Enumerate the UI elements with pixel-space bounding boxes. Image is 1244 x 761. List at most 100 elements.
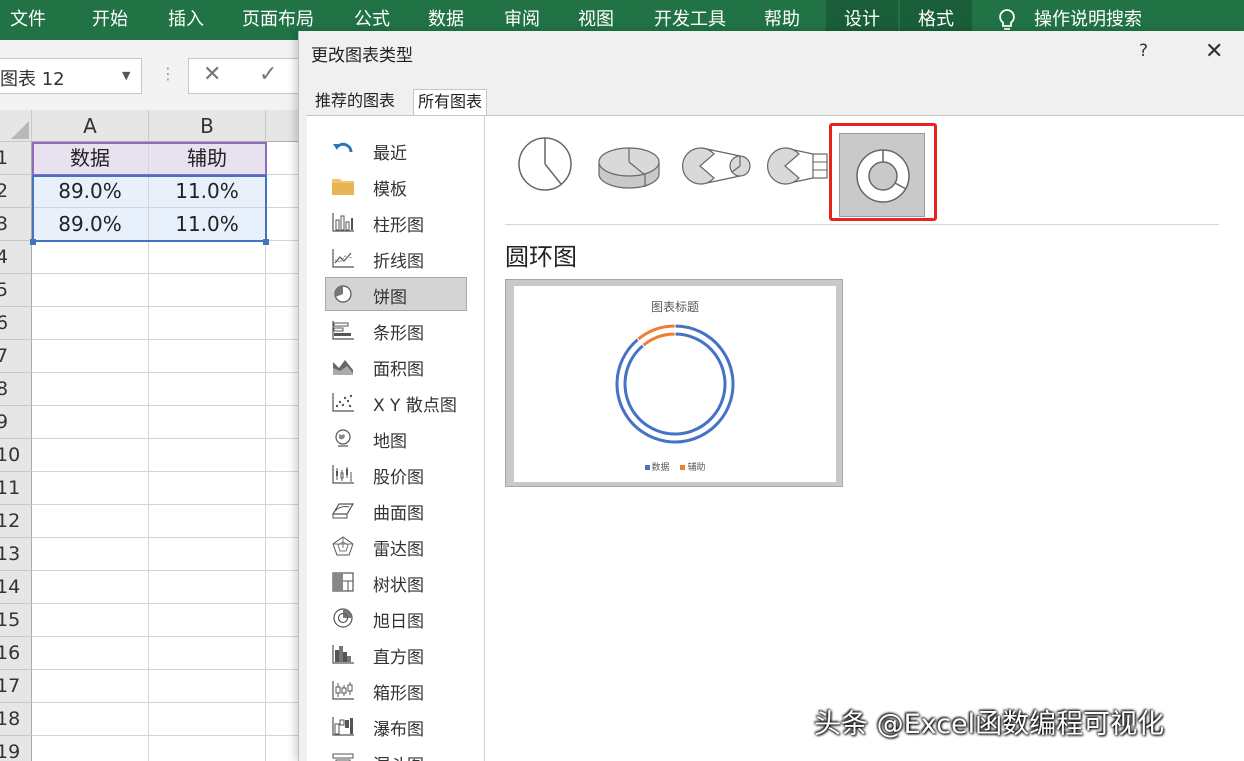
chart-type-surface[interactable]: 曲面图 <box>325 493 467 527</box>
range-handle[interactable] <box>263 239 269 245</box>
row-header[interactable]: 17 <box>0 670 32 703</box>
cell[interactable] <box>266 307 300 340</box>
cell[interactable] <box>32 439 149 472</box>
cell[interactable] <box>32 637 149 670</box>
tab-file[interactable]: 文件 <box>10 0 46 40</box>
chart-type-pie[interactable]: 饼图 <box>325 277 467 311</box>
name-box[interactable]: 图表 12 ▼ <box>0 58 142 94</box>
row-header[interactable]: 2 <box>0 175 32 208</box>
row-header[interactable]: 12 <box>0 505 32 538</box>
doughnut-slice-2-1[interactable] <box>622 331 728 437</box>
drag-handle-icon[interactable]: ⋮ <box>160 64 176 83</box>
cell[interactable] <box>149 340 266 373</box>
cell[interactable] <box>32 307 149 340</box>
row-header[interactable]: 19 <box>0 736 32 761</box>
cell[interactable] <box>266 604 300 637</box>
row-header[interactable]: 4 <box>0 241 32 274</box>
cell[interactable] <box>266 538 300 571</box>
subtype-3d-pie[interactable] <box>597 126 687 204</box>
cell[interactable] <box>149 538 266 571</box>
chart-type-radar[interactable]: 雷达图 <box>325 529 467 563</box>
cell[interactable] <box>266 208 300 241</box>
chart-type-templates[interactable]: 模板 <box>325 169 467 203</box>
cell[interactable] <box>266 703 300 736</box>
row-header[interactable]: 11 <box>0 472 32 505</box>
cell[interactable] <box>32 241 149 274</box>
cell[interactable] <box>266 670 300 703</box>
cell[interactable] <box>266 241 300 274</box>
cell[interactable] <box>266 472 300 505</box>
cell[interactable] <box>149 274 266 307</box>
cell[interactable] <box>32 736 149 761</box>
close-button[interactable]: ✕ <box>1205 39 1223 64</box>
cell[interactable] <box>149 571 266 604</box>
row-header[interactable]: 1 <box>0 142 32 175</box>
cell[interactable] <box>266 571 300 604</box>
cell[interactable] <box>32 340 149 373</box>
chart-preview[interactable]: 图表标题 数据 辅助 <box>505 279 843 487</box>
cell[interactable] <box>149 472 266 505</box>
row-header[interactable]: 16 <box>0 637 32 670</box>
cell[interactable] <box>32 274 149 307</box>
chart-type-line[interactable]: 折线图 <box>325 241 467 275</box>
chart-type-scatter[interactable]: X Y 散点图 <box>325 385 467 419</box>
tab-recommended-charts[interactable]: 推荐的图表 <box>311 89 399 115</box>
cell[interactable] <box>266 406 300 439</box>
range-handle[interactable] <box>30 239 36 245</box>
cell[interactable] <box>149 241 266 274</box>
chart-type-waterfall[interactable]: 瀑布图 <box>325 709 467 743</box>
chart-type-treemap[interactable]: 树状图 <box>325 565 467 599</box>
row-header[interactable]: 14 <box>0 571 32 604</box>
column-header-a[interactable]: A <box>32 110 149 142</box>
row-header[interactable]: 9 <box>0 406 32 439</box>
cell[interactable] <box>149 439 266 472</box>
column-header-b[interactable]: B <box>149 110 266 142</box>
chart-type-funnel[interactable]: 漏斗图 <box>325 745 467 761</box>
cell[interactable] <box>266 637 300 670</box>
cell[interactable] <box>266 340 300 373</box>
row-header[interactable]: 18 <box>0 703 32 736</box>
cell[interactable] <box>32 406 149 439</box>
help-button[interactable]: ? <box>1139 41 1148 61</box>
cell[interactable] <box>266 274 300 307</box>
select-all-button[interactable] <box>0 110 32 142</box>
row-header[interactable]: 8 <box>0 373 32 406</box>
cell[interactable] <box>266 373 300 406</box>
cell[interactable] <box>32 604 149 637</box>
chart-type-stock[interactable]: 股价图 <box>325 457 467 491</box>
cell[interactable] <box>149 307 266 340</box>
subtype-pie[interactable] <box>515 126 605 204</box>
cell[interactable] <box>149 406 266 439</box>
row-header[interactable]: 7 <box>0 340 32 373</box>
cell[interactable] <box>149 736 266 761</box>
cancel-icon[interactable]: ✕ <box>203 62 221 87</box>
chart-type-column[interactable]: 柱形图 <box>325 205 467 239</box>
chart-type-histogram[interactable]: 直方图 <box>325 637 467 671</box>
cell[interactable] <box>149 373 266 406</box>
chart-type-box[interactable]: 箱形图 <box>325 673 467 707</box>
row-header[interactable]: 6 <box>0 307 32 340</box>
row-header[interactable]: 15 <box>0 604 32 637</box>
chart-type-bar[interactable]: 条形图 <box>325 313 467 347</box>
row-header[interactable]: 5 <box>0 274 32 307</box>
subtype-pie-of-pie[interactable] <box>680 126 770 204</box>
tab-insert[interactable]: 插入 <box>168 0 204 40</box>
cell[interactable] <box>266 736 300 761</box>
row-header[interactable]: 13 <box>0 538 32 571</box>
cell[interactable] <box>266 505 300 538</box>
cell[interactable] <box>149 505 266 538</box>
cell[interactable] <box>266 142 300 175</box>
column-header-c[interactable] <box>266 110 300 142</box>
chevron-down-icon[interactable]: ▼ <box>122 69 130 82</box>
tab-all-charts[interactable]: 所有图表 <box>413 89 488 116</box>
cell[interactable] <box>32 472 149 505</box>
row-header[interactable]: 10 <box>0 439 32 472</box>
chart-type-map[interactable]: 地图 <box>325 421 467 455</box>
row-header[interactable]: 3 <box>0 208 32 241</box>
cell[interactable] <box>32 505 149 538</box>
cell[interactable] <box>266 439 300 472</box>
subtype-doughnut[interactable] <box>829 123 937 221</box>
chart-type-recent[interactable]: 最近 <box>325 133 467 167</box>
cell[interactable] <box>266 175 300 208</box>
cell[interactable] <box>32 373 149 406</box>
